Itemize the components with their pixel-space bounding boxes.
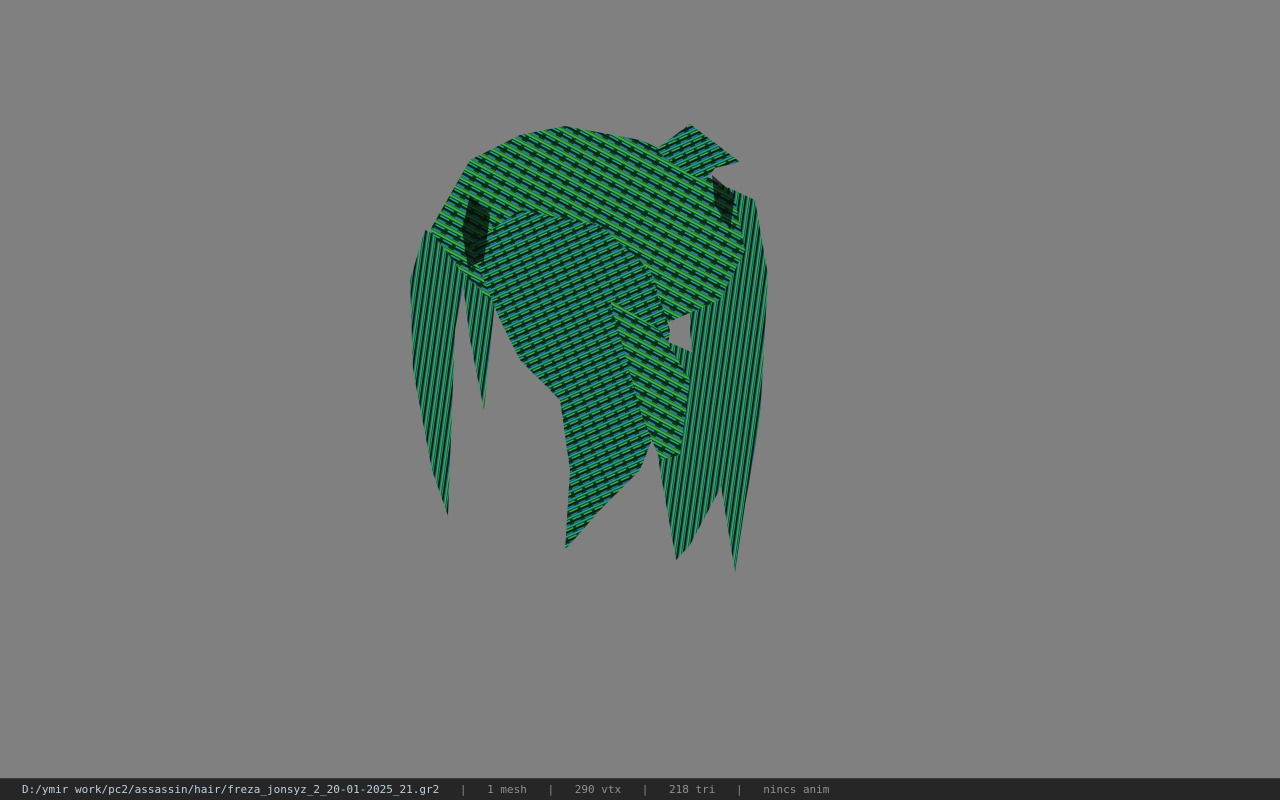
animation-status-label: nincs anim <box>763 783 830 796</box>
status-separator: | <box>547 783 555 796</box>
vertex-count-label: 290 vtx <box>574 783 622 796</box>
hair-strand-left <box>410 230 470 516</box>
viewer-window: D:/ymir work/pc2/assassin/hair/freza_jon… <box>0 0 1280 800</box>
triangle-count-label: 218 tri <box>668 783 716 796</box>
status-separator: | <box>459 783 467 796</box>
status-separator: | <box>735 783 743 796</box>
file-path-label: D:/ymir work/pc2/assassin/hair/freza_jon… <box>22 783 440 796</box>
status-separator: | <box>641 783 649 796</box>
hair-model-render[interactable] <box>0 0 1280 778</box>
status-bar: D:/ymir work/pc2/assassin/hair/freza_jon… <box>0 778 1280 800</box>
mesh-count-label: 1 mesh <box>487 783 527 796</box>
3d-viewport[interactable] <box>0 0 1280 778</box>
